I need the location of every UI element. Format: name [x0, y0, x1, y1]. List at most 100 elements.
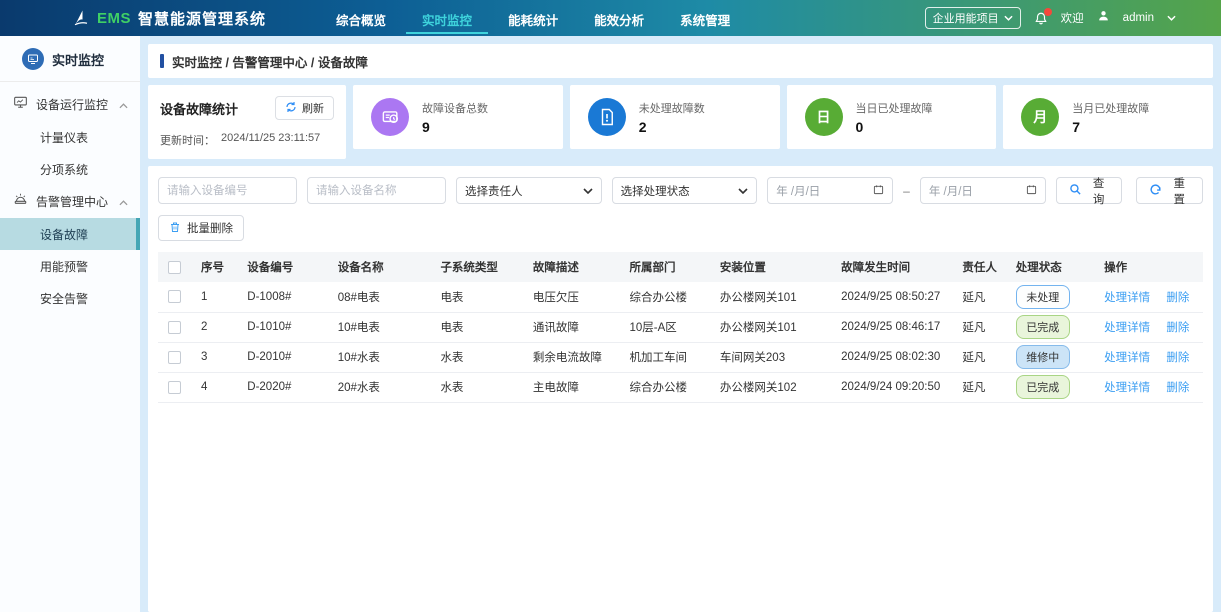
- notification-badge: [1044, 8, 1052, 16]
- cell-device-code: D-1010#: [243, 312, 333, 342]
- cell-device-code: D-2020#: [243, 372, 333, 402]
- stat-value: 0: [856, 119, 933, 135]
- chevron-up-icon: [119, 96, 128, 114]
- stat-label: 当月已处理故障: [1072, 100, 1149, 116]
- status-select[interactable]: 选择处理状态: [612, 177, 758, 204]
- status-badge: 未处理: [1016, 285, 1070, 309]
- cell-fault-time: 2024/9/25 08:46:17: [837, 312, 958, 342]
- user-avatar-icon[interactable]: [1097, 9, 1110, 27]
- action-delete-link[interactable]: 删除: [1166, 292, 1189, 304]
- action-delete-link[interactable]: 删除: [1166, 322, 1189, 334]
- sidebar-item[interactable]: 分项系统: [0, 153, 140, 185]
- cell-department: 10层-A区: [625, 312, 715, 342]
- sidebar-group[interactable]: 设备运行监控: [0, 88, 140, 121]
- select-all-checkbox[interactable]: [168, 261, 181, 274]
- row-checkbox[interactable]: [168, 321, 181, 334]
- end-date-input[interactable]: 年 /月/日: [920, 177, 1046, 204]
- cell-device-code: D-1008#: [243, 282, 333, 312]
- top-header: EMS 智慧能源管理系统 综合概览实时监控能耗统计能效分析系统管理 企业用能项目…: [0, 0, 1221, 36]
- fault-table: 序号设备编号设备名称子系统类型故障描述所属部门安装位置故障发生时间责任人处理状态…: [158, 252, 1203, 403]
- cell-subsystem: 水表: [436, 342, 528, 372]
- sidebar-menu: 设备运行监控 计量仪表分项系统 告警管理中心 设备故障用能预警: [0, 82, 140, 314]
- project-select[interactable]: 企业用能项目: [925, 7, 1021, 29]
- stat-value: 7: [1072, 119, 1149, 135]
- stat-card: 日 当日已处理故障 0: [787, 85, 997, 149]
- action-detail-link[interactable]: 处理详情: [1104, 382, 1150, 394]
- start-date-input[interactable]: 年 /月/日: [767, 177, 893, 204]
- sidebar-item[interactable]: 安全告警: [0, 282, 140, 314]
- row-checkbox[interactable]: [168, 381, 181, 394]
- nav-tab[interactable]: 综合概览: [334, 1, 388, 36]
- refresh-button[interactable]: 刷新: [275, 96, 334, 120]
- column-header: 操作: [1100, 252, 1203, 282]
- cell-location: 办公楼网关101: [716, 282, 837, 312]
- cell-fault-desc: 电压欠压: [529, 282, 626, 312]
- update-time-value: 2024/11/25 23:11:57: [221, 132, 320, 148]
- sidebar-item[interactable]: 用能预警: [0, 250, 140, 282]
- cell-device-code: D-2010#: [243, 342, 333, 372]
- stats-panel-title: 设备故障统计: [160, 99, 238, 118]
- nav-tab[interactable]: 实时监控: [420, 1, 474, 36]
- chevron-down-icon: [583, 185, 593, 197]
- app-title: 智慧能源管理系统: [138, 8, 266, 29]
- cell-subsystem: 电表: [436, 282, 528, 312]
- cell-owner: 延凡: [958, 372, 1011, 402]
- action-detail-link[interactable]: 处理详情: [1104, 292, 1150, 304]
- cell-index: 4: [197, 372, 243, 402]
- cell-fault-time: 2024/9/25 08:02:30: [837, 342, 958, 372]
- fault-list-card: 选择责任人 选择处理状态 年 /月/日: [148, 166, 1213, 612]
- cell-device-name: 08#电表: [334, 282, 437, 312]
- chevron-down-icon: [738, 185, 748, 197]
- owner-select[interactable]: 选择责任人: [456, 177, 602, 204]
- action-detail-link[interactable]: 处理详情: [1104, 352, 1150, 364]
- stat-label: 故障设备总数: [422, 100, 488, 116]
- user-menu-chevron-icon[interactable]: [1167, 15, 1176, 21]
- header-right: 企业用能项目 欢迎 admin: [925, 7, 1176, 29]
- cell-index: 3: [197, 342, 243, 372]
- app-logo-icon: [72, 9, 90, 27]
- nav-tab[interactable]: 能耗统计: [506, 1, 560, 36]
- reset-icon: [1149, 183, 1162, 199]
- cell-owner: 延凡: [958, 342, 1011, 372]
- table-row: 3 D-2010# 10#水表 水表 剩余电流故障 机加工车间 车间网关203 …: [158, 342, 1203, 372]
- column-header: 设备名称: [334, 252, 437, 282]
- calendar-icon: [873, 184, 884, 198]
- breadcrumb-accent: [160, 54, 164, 68]
- stat-card: 月 当月已处理故障 7: [1003, 85, 1213, 149]
- sidebar: 实时监控 设备运行监控 计量仪表分项系统 告警管理中心: [0, 36, 140, 612]
- cell-fault-desc: 主电故障: [529, 372, 626, 402]
- chevron-down-icon: [1004, 12, 1013, 24]
- stat-card: 未处理故障数 2: [570, 85, 780, 149]
- cell-subsystem: 电表: [436, 312, 528, 342]
- device-name-input[interactable]: [307, 177, 446, 204]
- calendar-icon: [1026, 184, 1037, 198]
- cell-device-name: 20#水表: [334, 372, 437, 402]
- column-header: 故障发生时间: [837, 252, 958, 282]
- search-button[interactable]: 查询: [1056, 177, 1123, 204]
- row-checkbox[interactable]: [168, 351, 181, 364]
- stat-label: 未处理故障数: [639, 100, 705, 116]
- sidebar-group[interactable]: 告警管理中心: [0, 185, 140, 218]
- nav-tab[interactable]: 能效分析: [592, 1, 646, 36]
- sidebar-item[interactable]: 计量仪表: [0, 121, 140, 153]
- cell-owner: 延凡: [958, 282, 1011, 312]
- row-checkbox[interactable]: [168, 290, 181, 303]
- table-row: 2 D-1010# 10#电表 电表 通讯故障 10层-A区 办公楼网关101 …: [158, 312, 1203, 342]
- filter-row: 选择责任人 选择处理状态 年 /月/日: [158, 177, 1203, 204]
- status-badge: 维修中: [1016, 345, 1070, 369]
- nav-tab[interactable]: 系统管理: [678, 1, 732, 36]
- meter-icon: [371, 98, 409, 136]
- device-code-input[interactable]: [158, 177, 297, 204]
- breadcrumb: 实时监控 / 告警管理中心 / 设备故障: [172, 52, 368, 71]
- welcome-text: 欢迎: [1061, 10, 1084, 26]
- action-detail-link[interactable]: 处理详情: [1104, 322, 1150, 334]
- action-delete-link[interactable]: 删除: [1166, 382, 1189, 394]
- cell-owner: 延凡: [958, 312, 1011, 342]
- action-delete-link[interactable]: 删除: [1166, 352, 1189, 364]
- batch-delete-button[interactable]: 批量删除: [158, 215, 244, 241]
- reset-button[interactable]: 重置: [1136, 177, 1203, 204]
- cell-location: 车间网关203: [716, 342, 837, 372]
- notification-bell-icon[interactable]: [1034, 11, 1048, 26]
- cell-fault-desc: 通讯故障: [529, 312, 626, 342]
- sidebar-item[interactable]: 设备故障: [0, 218, 140, 250]
